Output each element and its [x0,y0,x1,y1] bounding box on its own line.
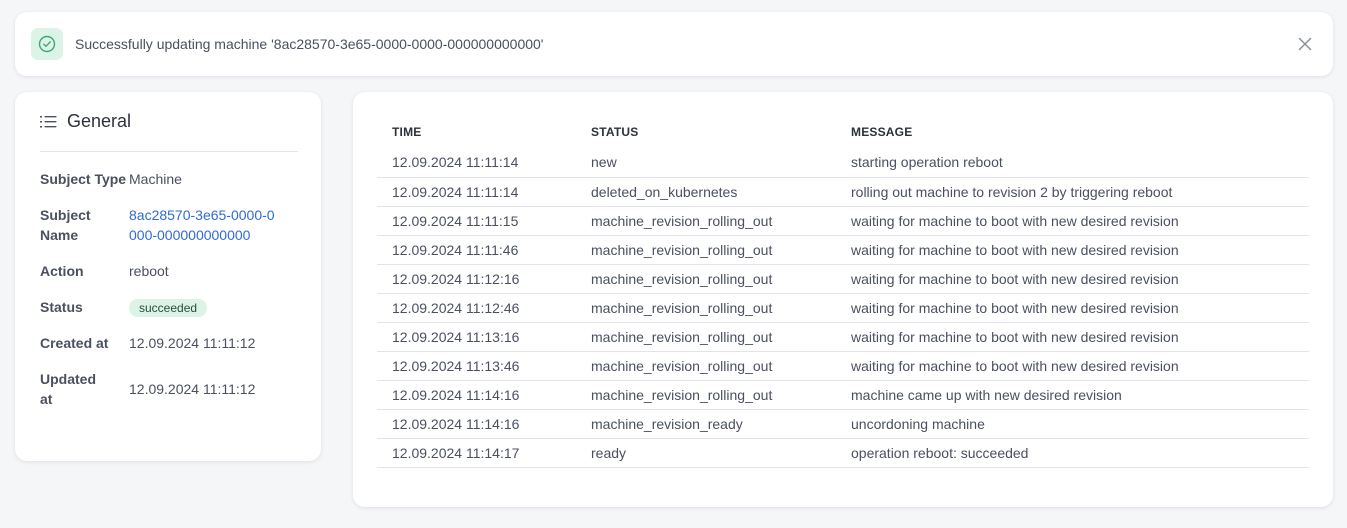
cell-time: 12.09.2024 11:13:46 [377,351,576,381]
table-row: 12.09.2024 11:12:16 machine_revision_rol… [377,264,1309,294]
field-value: 12.09.2024 11:11:12 [129,381,256,397]
cell-status: machine_revision_rolling_out [576,322,836,352]
cell-time: 12.09.2024 11:11:46 [377,235,576,265]
field-status: Status succeeded [40,297,298,317]
cell-message: waiting for machine to boot with new des… [836,322,1309,352]
table-row: 12.09.2024 11:12:46 machine_revision_rol… [377,293,1309,323]
success-toast: Successfully updating machine '8ac28570-… [15,12,1333,76]
table-row: 12.09.2024 11:14:16 machine_revision_rea… [377,409,1309,439]
cell-message: waiting for machine to boot with new des… [836,264,1309,294]
cell-status: machine_revision_rolling_out [576,380,836,410]
field-value-container: succeeded [129,297,298,317]
field-label: Updated at [40,371,96,407]
list-icon [40,115,57,128]
table-row: 12.09.2024 11:11:15 machine_revision_rol… [377,206,1309,236]
check-circle-icon [31,28,63,60]
table-row: 12.09.2024 11:13:46 machine_revision_rol… [377,351,1309,381]
field-label: Action [40,263,84,279]
cell-time: 12.09.2024 11:12:46 [377,293,576,323]
field-updated-at: Updated at 12.09.2024 11:11:12 [40,369,298,409]
status-badge: succeeded [129,299,208,317]
general-header: General [40,92,298,152]
field-subject-name: Subject Name 8ac28570-3e65-0000-0000-000… [40,205,298,245]
cell-time: 12.09.2024 11:11:14 [377,148,576,178]
table-row: 12.09.2024 11:14:16 machine_revision_rol… [377,380,1309,410]
column-header-status: STATUS [591,125,639,139]
column-header-message: MESSAGE [851,125,913,139]
cell-message: operation reboot: succeeded [836,438,1309,468]
field-value: 12.09.2024 11:11:12 [129,335,256,351]
table-row: 12.09.2024 11:11:14 deleted_on_kubernete… [377,177,1309,207]
cell-status: new [576,148,836,178]
cell-time: 12.09.2024 11:14:16 [377,380,576,410]
status-log-table: TIME STATUS MESSAGE 12.09.2024 11:11:14 … [377,116,1309,468]
field-value: Machine [129,171,182,187]
table-header-row: TIME STATUS MESSAGE [377,116,1309,148]
cell-time: 12.09.2024 11:12:16 [377,264,576,294]
cell-status: machine_revision_rolling_out [576,206,836,236]
cell-status: machine_revision_rolling_out [576,264,836,294]
cell-time: 12.09.2024 11:11:14 [377,177,576,207]
cell-message: waiting for machine to boot with new des… [836,293,1309,323]
cell-status: machine_revision_rolling_out [576,235,836,265]
cell-status: machine_revision_rolling_out [576,293,836,323]
table-row: 12.09.2024 11:11:46 machine_revision_rol… [377,235,1309,265]
cell-message: uncordoning machine [836,409,1309,439]
general-card: General Subject Type Machine Subject Nam… [15,92,321,461]
field-label: Subject Name [40,207,91,243]
subject-name-link[interactable]: 8ac28570-3e65-0000-0000-000000000000 [129,205,298,245]
table-row: 12.09.2024 11:14:17 ready operation rebo… [377,438,1309,468]
status-log-card: TIME STATUS MESSAGE 12.09.2024 11:11:14 … [353,92,1333,507]
field-created-at: Created at 12.09.2024 11:11:12 [40,333,298,353]
cell-message: waiting for machine to boot with new des… [836,235,1309,265]
cell-status: machine_revision_ready [576,409,836,439]
cell-time: 12.09.2024 11:14:17 [377,438,576,468]
field-label: Status [40,299,83,315]
close-toast-button[interactable] [1293,32,1317,56]
cell-message: rolling out machine to revision 2 by tri… [836,177,1309,207]
field-label: Subject Type [40,171,127,187]
cell-message: starting operation reboot [836,148,1309,178]
field-label: Created at [40,335,109,351]
cell-status: machine_revision_rolling_out [576,351,836,381]
table-row: 12.09.2024 11:13:16 machine_revision_rol… [377,322,1309,352]
close-icon[interactable] [1298,37,1312,51]
general-title: General [67,111,132,131]
cell-status: ready [576,438,836,468]
field-value: reboot [129,263,169,279]
column-header-time: TIME [392,125,422,139]
toast-message: Successfully updating machine '8ac28570-… [75,36,544,52]
cell-message: waiting for machine to boot with new des… [836,351,1309,381]
cell-status: deleted_on_kubernetes [576,177,836,207]
cell-time: 12.09.2024 11:14:16 [377,409,576,439]
field-subject-type: Subject Type Machine [40,169,298,189]
cell-message: waiting for machine to boot with new des… [836,206,1309,236]
table-row: 12.09.2024 11:11:14 new starting operati… [377,148,1309,178]
field-action: Action reboot [40,261,298,281]
cell-time: 12.09.2024 11:11:15 [377,206,576,236]
cell-message: machine came up with new desired revisio… [836,380,1309,410]
cell-time: 12.09.2024 11:13:16 [377,322,576,352]
